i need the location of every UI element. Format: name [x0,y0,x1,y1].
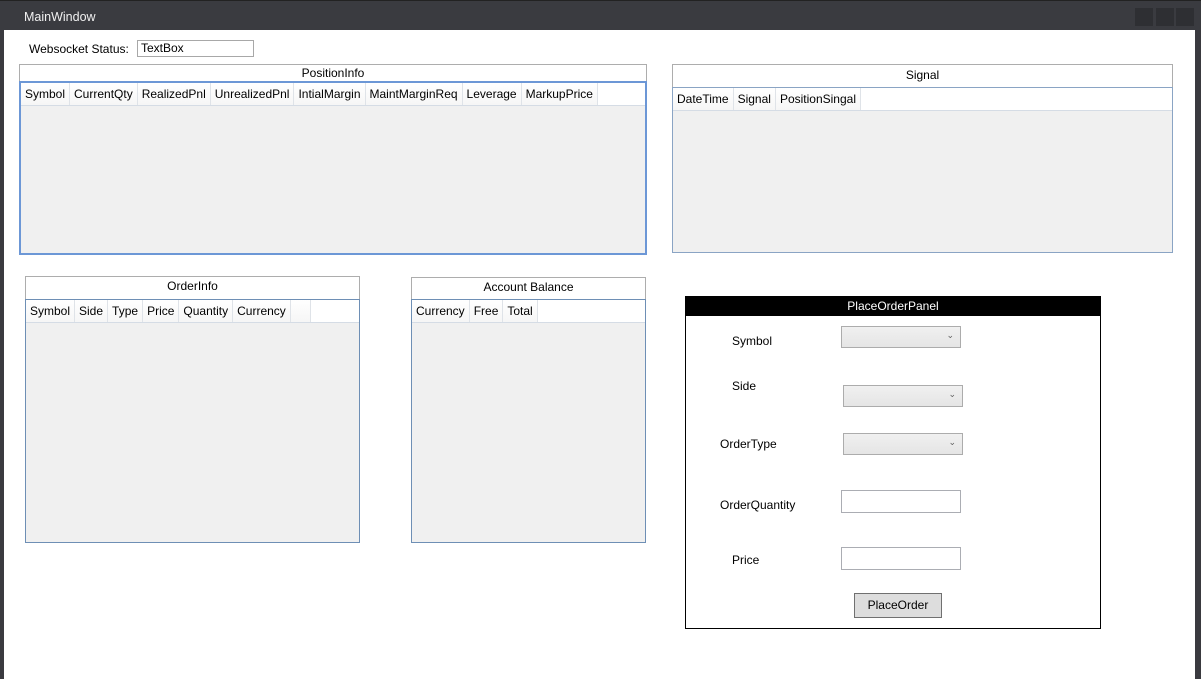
column-header-total[interactable]: Total [503,300,538,322]
order-type-combobox[interactable]: ⌄ [843,433,963,455]
window-title: MainWindow [24,10,96,24]
signal-header-row: DateTime Signal PositionSingal [673,88,1172,111]
signal-grid[interactable]: DateTime Signal PositionSingal [672,87,1173,253]
column-header-positionsingal[interactable]: PositionSingal [775,88,861,110]
position-info-title: PositionInfo [19,64,647,82]
column-header-maintmarginreq[interactable]: MaintMarginReq [365,83,463,105]
column-header-free[interactable]: Free [469,300,504,322]
place-order-button[interactable]: PlaceOrder [854,593,942,618]
column-header-price[interactable]: Price [143,300,180,322]
column-header-side[interactable]: Side [75,300,109,322]
column-header-symbol[interactable]: Symbol [26,300,76,322]
order-info-grid[interactable]: Symbol Side Type Price Quantity Currency [25,299,360,543]
websocket-status-textbox[interactable]: TextBox [137,40,254,57]
place-order-panel: PlaceOrderPanel Symbol ⌄ Side ⌄ OrderTyp… [685,296,1101,629]
column-header-quantity[interactable]: Quantity [179,300,234,322]
column-header-markupprice[interactable]: MarkupPrice [521,83,598,105]
order-info-title: OrderInfo [25,276,360,300]
order-type-label: OrderType [720,437,777,451]
column-header-realizedpnl[interactable]: RealizedPnl [137,83,211,105]
window-right-border [1195,30,1201,679]
account-balance-group: Account Balance Currency Free Total [411,277,646,543]
title-bar: MainWindow [0,0,1201,30]
place-order-panel-title: PlaceOrderPanel [686,297,1100,316]
price-label: Price [732,553,760,567]
symbol-label: Symbol [732,334,773,348]
price-input[interactable] [841,547,961,570]
column-header-currency[interactable]: Currency [412,300,470,322]
column-header-datetime[interactable]: DateTime [673,88,734,110]
main-window-content: Websocket Status: TextBox PositionInfo S… [4,30,1195,679]
close-button[interactable] [1176,8,1194,26]
websocket-status-label: Websocket Status: [29,42,129,56]
chevron-down-icon: ⌄ [948,389,956,399]
side-combobox[interactable]: ⌄ [843,385,963,407]
column-header-empty[interactable] [290,300,311,322]
column-header-unrealizedpnl[interactable]: UnrealizedPnl [210,83,295,105]
column-header-symbol[interactable]: Symbol [21,83,71,105]
account-balance-grid[interactable]: Currency Free Total [411,299,646,543]
chevron-down-icon: ⌄ [948,437,956,447]
account-balance-header-row: Currency Free Total [412,300,645,323]
maximize-button[interactable] [1156,8,1174,26]
order-quantity-input[interactable] [841,490,961,513]
order-quantity-label: OrderQuantity [720,498,796,512]
column-header-currentqty[interactable]: CurrentQty [70,83,138,105]
side-label: Side [732,379,757,393]
column-header-intialmargin[interactable]: IntialMargin [294,83,366,105]
column-header-signal[interactable]: Signal [733,88,776,110]
order-info-group: OrderInfo Symbol Side Type Price Quantit… [25,276,360,543]
column-header-currency[interactable]: Currency [233,300,291,322]
column-header-leverage[interactable]: Leverage [462,83,522,105]
position-info-grid[interactable]: Symbol CurrentQty RealizedPnl Unrealized… [19,81,647,255]
chevron-down-icon: ⌄ [946,330,954,340]
symbol-combobox[interactable]: ⌄ [841,326,961,348]
order-info-header-row: Symbol Side Type Price Quantity Currency [26,300,359,323]
position-info-group: PositionInfo Symbol CurrentQty RealizedP… [19,64,647,255]
signal-group: Signal DateTime Signal PositionSingal [672,64,1173,253]
account-balance-title: Account Balance [411,277,646,300]
signal-title: Signal [672,64,1173,88]
position-info-header-row: Symbol CurrentQty RealizedPnl Unrealized… [21,83,645,106]
column-header-type[interactable]: Type [108,300,144,322]
minimize-button[interactable] [1135,8,1153,26]
